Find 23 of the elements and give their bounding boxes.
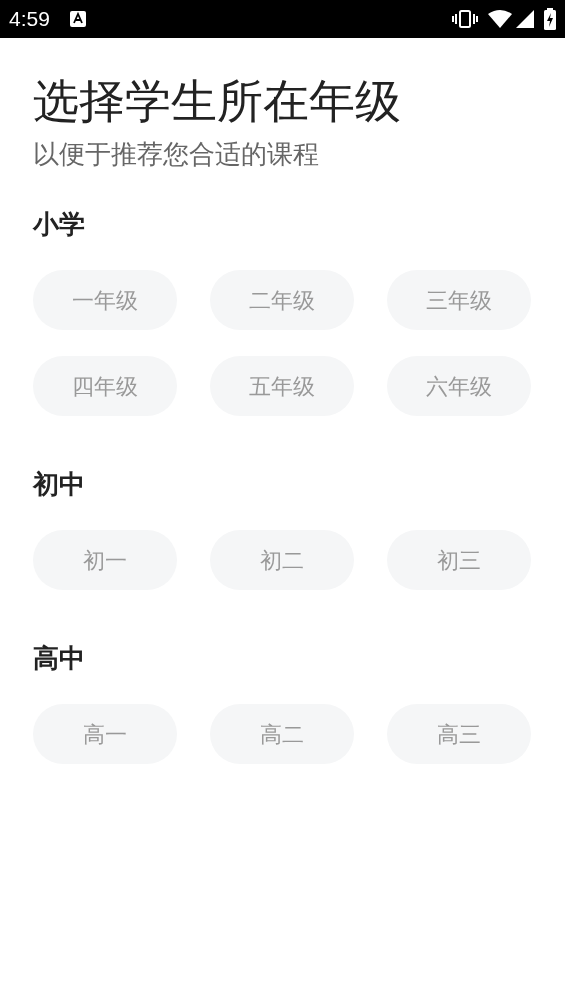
section-heading: 小学 [33, 208, 86, 241]
grade-option[interactable]: 高一 [33, 704, 177, 764]
grade-option[interactable]: 五年级 [210, 356, 354, 416]
battery-icon [544, 8, 556, 30]
signal-icon [516, 10, 534, 28]
grade-option[interactable]: 初二 [210, 530, 354, 590]
wifi-icon [488, 10, 512, 28]
grade-option[interactable]: 初一 [33, 530, 177, 590]
vibrate-icon [452, 10, 478, 28]
grade-option[interactable]: 六年级 [387, 356, 531, 416]
grade-option[interactable]: 二年级 [210, 270, 354, 330]
grade-option[interactable]: 一年级 [33, 270, 177, 330]
section-heading: 高中 [33, 642, 86, 675]
grade-option[interactable]: 初三 [387, 530, 531, 590]
keyboard-app-icon [69, 11, 86, 27]
page-subtitle: 以便于推荐您合适的课程 [33, 138, 320, 171]
page-title: 选择学生所在年级 [33, 74, 402, 129]
grade-option[interactable]: 高二 [210, 704, 354, 764]
grade-option[interactable]: 四年级 [33, 356, 177, 416]
section-heading: 初中 [33, 468, 86, 501]
status-time: 4:59 [9, 6, 50, 33]
grade-option[interactable]: 高三 [387, 704, 531, 764]
grade-option[interactable]: 三年级 [387, 270, 531, 330]
